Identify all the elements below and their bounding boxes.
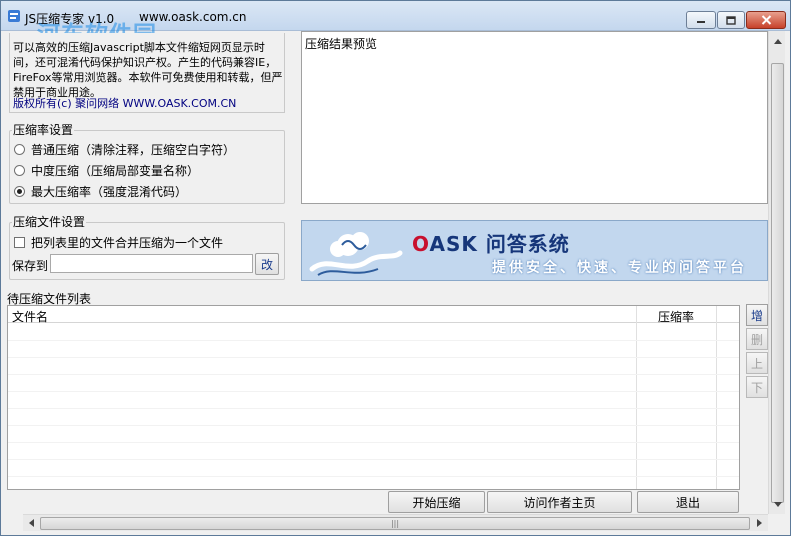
preview-label: 压缩结果预览 — [305, 37, 378, 51]
row-line — [8, 408, 739, 409]
about-description: 可以高效的压缩Javascript脚本文件缩短网页显示时间，还可混淆代码保护知识… — [13, 41, 283, 99]
compression-group-label: 压缩率设置 — [12, 123, 75, 137]
banner-title-o: O — [412, 232, 430, 256]
vertical-scroll-thumb[interactable] — [771, 63, 784, 503]
preview-textarea[interactable]: 压缩结果预览 — [301, 31, 768, 204]
title-bar[interactable]: JS压缩专家 v1.0 www.oask.com.cn 河东软件园 — [1, 1, 790, 48]
minimize-icon — [696, 16, 706, 24]
radio-normal[interactable]: 普通压缩（清除注释，压缩空白字符） — [14, 141, 235, 158]
cloud-logo-icon — [308, 225, 404, 280]
close-icon — [761, 15, 772, 25]
column-filename[interactable]: 文件名 — [12, 308, 48, 325]
row-line — [8, 391, 739, 392]
list-header: 文件名 压缩率 — [8, 306, 739, 325]
banner-title: OASK 问答系统 — [412, 228, 570, 257]
start-compress-button[interactable]: 开始压缩 — [388, 491, 485, 513]
compression-group: 压缩率设置 普通压缩（清除注释，压缩空白字符） 中度压缩（压缩局部变量名称） 最… — [9, 123, 285, 204]
delete-file-button[interactable]: 删 — [746, 328, 768, 350]
row-line — [8, 425, 739, 426]
app-icon — [7, 9, 21, 23]
app-window: JS压缩专家 v1.0 www.oask.com.cn 河东软件园 可以高效的压… — [0, 0, 791, 536]
row-line — [8, 476, 739, 477]
minimize-button[interactable] — [686, 11, 716, 29]
column-ratio[interactable]: 压缩率 — [658, 308, 694, 325]
close-button[interactable] — [746, 11, 786, 29]
radio-normal-label: 普通压缩（清除注释，压缩空白字符） — [31, 143, 236, 157]
radio-button[interactable] — [14, 165, 25, 176]
radio-button[interactable] — [14, 144, 25, 155]
file-settings-label: 压缩文件设置 — [12, 215, 87, 229]
scroll-left-arrow-icon[interactable] — [24, 515, 39, 531]
banner-slogan: 提供安全、快速、专业的问答平台 — [492, 260, 747, 276]
row-line — [8, 459, 739, 460]
row-line — [8, 340, 739, 341]
row-line — [8, 357, 739, 358]
column-divider[interactable] — [716, 306, 717, 489]
about-panel: 可以高效的压缩Javascript脚本文件缩短网页显示时间，还可混淆代码保护知识… — [9, 33, 285, 113]
scroll-right-arrow-icon[interactable] — [752, 515, 767, 531]
radio-button-selected[interactable] — [14, 186, 25, 197]
add-file-button[interactable]: 增 — [746, 304, 768, 326]
save-to-label: 保存到 — [12, 259, 49, 273]
merge-checkbox-label: 把列表里的文件合并压缩为一个文件 — [31, 236, 224, 250]
file-list[interactable]: 文件名 压缩率 — [7, 305, 740, 490]
move-down-button[interactable]: 下 — [746, 376, 768, 398]
oask-banner[interactable]: OASK 问答系统 提供安全、快速、专业的问答平台 — [301, 220, 768, 281]
banner-title-rest: ASK 问答系统 — [429, 232, 570, 256]
scroll-down-arrow-icon[interactable] — [770, 496, 785, 512]
horizontal-scrollbar[interactable]: ||| — [23, 514, 768, 531]
row-line — [8, 374, 739, 375]
radio-maximum[interactable]: 最大压缩率（强度混淆代码） — [14, 183, 187, 200]
grip-icon: ||| — [390, 519, 400, 528]
save-path-input[interactable] — [50, 254, 253, 273]
horizontal-scroll-thumb[interactable]: ||| — [40, 517, 750, 530]
merge-checkbox[interactable] — [14, 237, 25, 248]
maximize-icon — [726, 15, 736, 25]
radio-medium[interactable]: 中度压缩（压缩局部变量名称） — [14, 162, 199, 179]
merge-checkbox-row[interactable]: 把列表里的文件合并压缩为一个文件 — [14, 234, 223, 251]
vertical-scrollbar[interactable] — [768, 31, 785, 514]
radio-maximum-label: 最大压缩率（强度混淆代码） — [31, 185, 188, 199]
radio-medium-label: 中度压缩（压缩局部变量名称） — [31, 164, 200, 178]
maximize-button[interactable] — [717, 11, 745, 29]
change-path-button[interactable]: 改 — [255, 253, 279, 275]
move-up-button[interactable]: 上 — [746, 352, 768, 374]
column-divider[interactable] — [636, 306, 637, 489]
row-line — [8, 442, 739, 443]
exit-button[interactable]: 退出 — [637, 491, 739, 513]
copyright-link[interactable]: 版权所有(c) 聚问网络 WWW.OASK.COM.CN — [13, 95, 236, 111]
scroll-up-arrow-icon[interactable] — [770, 33, 785, 49]
visit-author-button[interactable]: 访问作者主页 — [487, 491, 632, 513]
